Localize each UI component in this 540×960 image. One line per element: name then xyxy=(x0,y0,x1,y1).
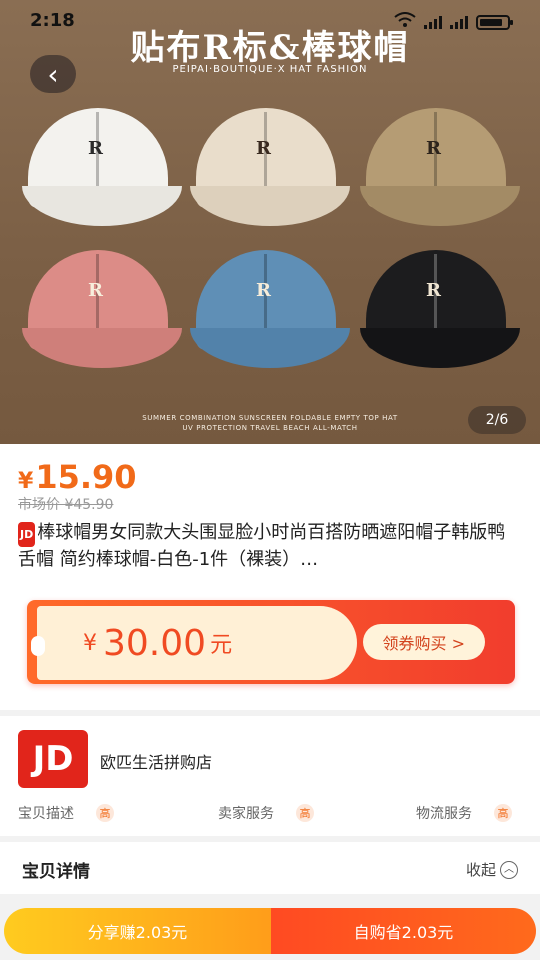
jd-tag: JD xyxy=(18,522,36,547)
self-buy-button[interactable]: 自购省2.03元 xyxy=(271,908,536,954)
cap-logo: R xyxy=(256,138,271,159)
collapse-label: 收起 xyxy=(465,861,496,879)
hero-subtitle: PEIPAI·BOUTIQUE·X HAT FASHION xyxy=(172,64,368,75)
hero-footer-text: SUMMER COMBINATION SUNSCREEN FOLDABLE EM… xyxy=(0,413,540,433)
hero-footer-line: SUMMER COMBINATION SUNSCREEN FOLDABLE EM… xyxy=(142,414,398,422)
details-section: 宝贝详情 收起 ︿ xyxy=(0,842,540,894)
coupon-amount: ¥ 30.00 元 xyxy=(31,606,357,680)
cap-logo: R xyxy=(88,138,103,159)
cap-logo: R xyxy=(88,280,103,301)
rating-label: 宝贝描述 xyxy=(18,806,74,822)
status-bar: 2:18 xyxy=(0,0,540,40)
back-button[interactable]: ‹ xyxy=(30,55,76,93)
store-section[interactable]: JD 欧匹生活拼购店 宝贝描述 高 卖家服务 高 物流服务 高 xyxy=(0,716,540,836)
rating-level-badge: 高 xyxy=(494,804,512,822)
product-image-carousel[interactable]: 贴布R标&棒球帽 PEIPAI·BOUTIQUE·X HAT FASHION R… xyxy=(0,0,540,444)
rating-description: 宝贝描述 高 xyxy=(18,803,114,823)
price-symbol: ¥ xyxy=(18,469,34,494)
cap-logo: R xyxy=(256,280,271,301)
details-header: 宝贝详情 xyxy=(22,862,90,882)
status-time: 2:18 xyxy=(30,10,75,31)
coupon-banner[interactable]: ¥ 30.00 元 领券购买 > xyxy=(27,600,515,684)
battery-icon xyxy=(476,14,513,30)
signal-icon xyxy=(424,15,442,29)
rating-label: 卖家服务 xyxy=(218,806,274,822)
cap-logo: R xyxy=(426,138,441,159)
rating-level-badge: 高 xyxy=(96,804,114,822)
product-info: ¥15.90 市场价 ¥45.90 JD 棒球帽男女同款大头围显脸小时尚百搭防晒遮… xyxy=(0,444,540,710)
rating-logistics: 物流服务 高 xyxy=(416,803,512,823)
chevron-up-icon: ︿ xyxy=(500,860,518,879)
coupon-value: 30.00 xyxy=(103,622,207,664)
image-pager: 2/6 xyxy=(468,406,526,434)
coupon-notch xyxy=(31,636,45,656)
status-icons xyxy=(394,12,513,32)
store-logo: JD xyxy=(18,730,88,788)
coupon-unit: 元 xyxy=(210,633,233,658)
product-title-text: 棒球帽男女同款大头围显脸小时尚百搭防晒遮阳帽子韩版鸭舌帽 简约棒球帽-白色-1件… xyxy=(18,522,506,570)
coupon-currency: ¥ xyxy=(83,630,97,656)
market-price: 市场价 ¥45.90 xyxy=(18,497,114,513)
signal-icon xyxy=(450,15,468,29)
chevron-left-icon: ‹ xyxy=(47,57,59,91)
hero-footer-line: UV PROTECTION TRAVEL BEACH ALL-MATCH xyxy=(182,424,358,432)
price: ¥15.90 xyxy=(18,458,137,496)
price-value: 15.90 xyxy=(35,458,137,496)
get-coupon-button[interactable]: 领券购买 > xyxy=(362,624,485,660)
rating-label: 物流服务 xyxy=(416,806,472,822)
bottom-action-bar: 分享赚2.03元 自购省2.03元 xyxy=(0,908,540,954)
rating-level-badge: 高 xyxy=(296,804,314,822)
store-name: 欧匹生活拼购店 xyxy=(100,753,213,772)
share-earn-button[interactable]: 分享赚2.03元 xyxy=(4,908,271,954)
product-title[interactable]: JD 棒球帽男女同款大头围显脸小时尚百搭防晒遮阳帽子韩版鸭舌帽 简约棒球帽-白色-… xyxy=(18,520,522,572)
rating-service: 卖家服务 高 xyxy=(218,803,314,823)
wifi-icon xyxy=(394,12,416,32)
cap-logo: R xyxy=(426,280,441,301)
collapse-toggle[interactable]: 收起 ︿ xyxy=(466,859,518,880)
